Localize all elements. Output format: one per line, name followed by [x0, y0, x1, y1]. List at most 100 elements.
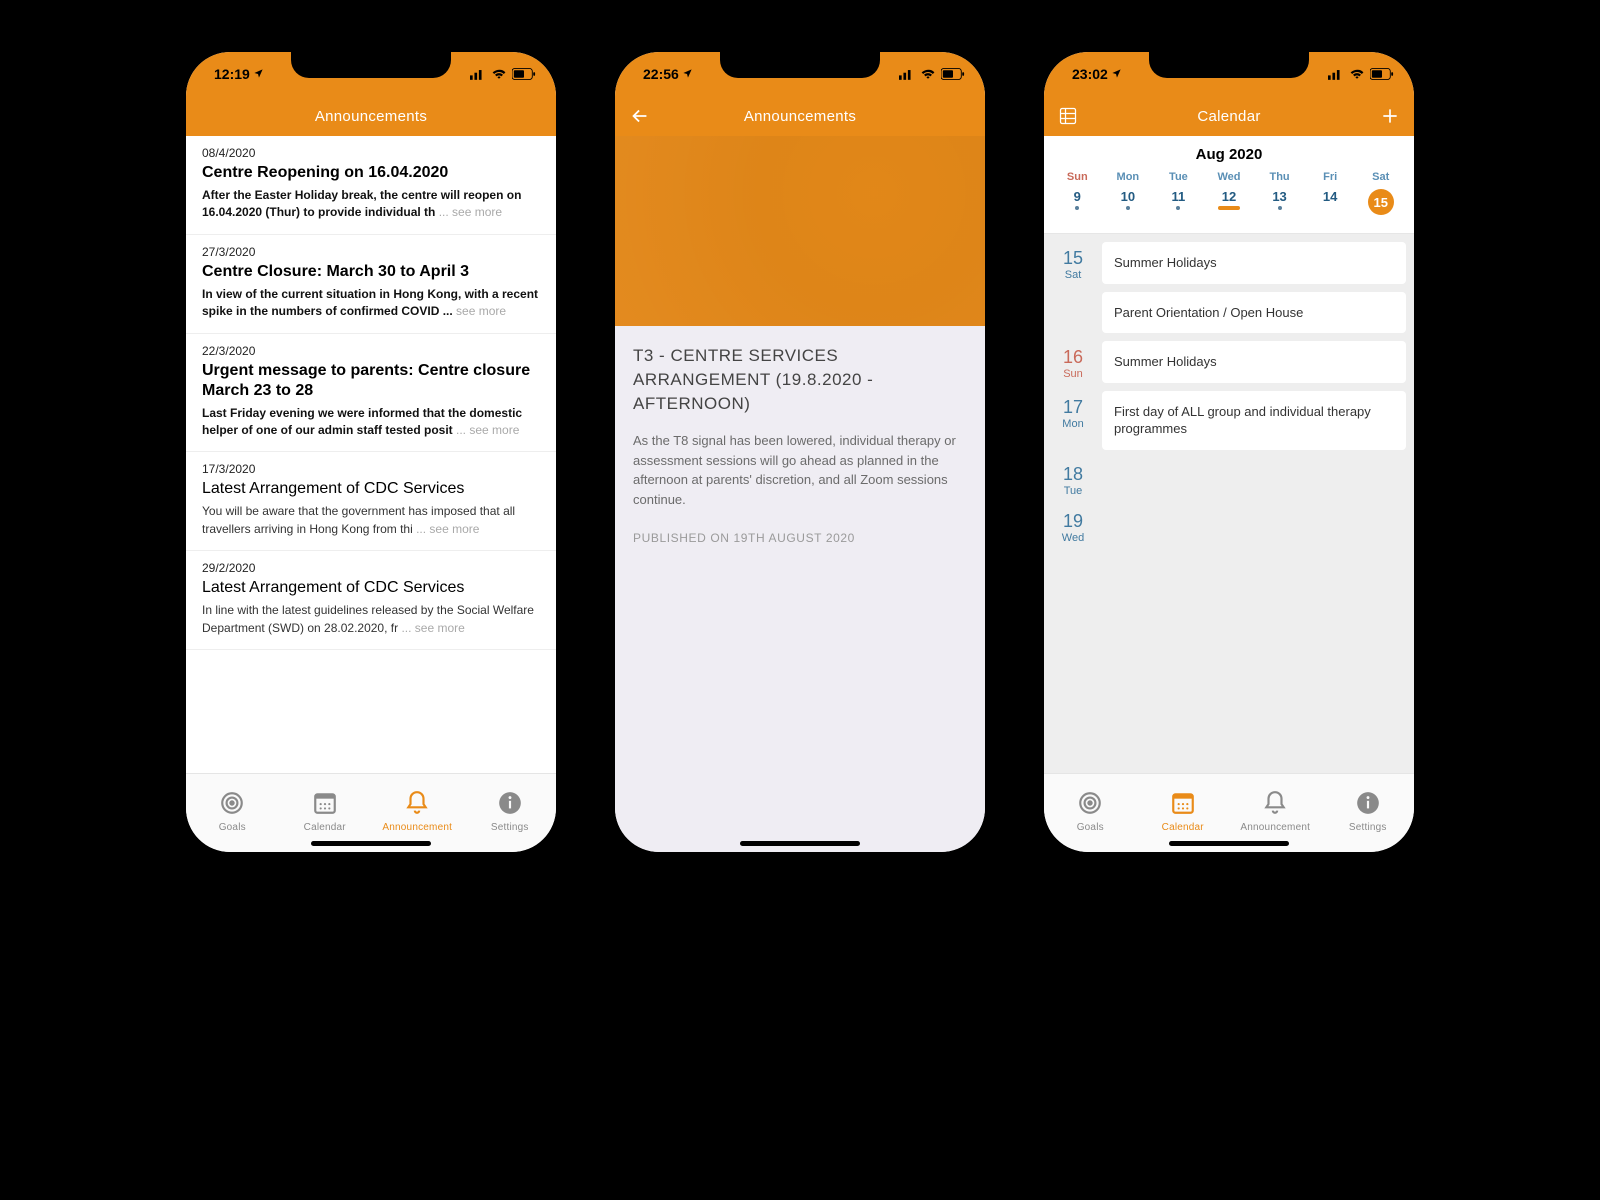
device-notch	[1149, 52, 1309, 78]
agenda-date: 16Sun	[1052, 341, 1094, 383]
calendar-day[interactable]: 12	[1204, 185, 1255, 219]
location-icon	[682, 66, 693, 82]
announcement-title: Latest Arrangement of CDC Services	[202, 479, 540, 499]
see-more-link[interactable]: ... see more	[456, 423, 519, 437]
home-indicator[interactable]	[740, 841, 860, 846]
announcement-item[interactable]: 08/4/2020 Centre Reopening on 16.04.2020 A…	[186, 136, 556, 235]
tab-announcement[interactable]: Announcement	[1229, 788, 1322, 833]
announcement-excerpt: You will be aware that the government ha…	[202, 503, 540, 538]
agenda-event[interactable]: Summer Holidays	[1102, 242, 1406, 284]
agenda-date: 15Sat	[1052, 242, 1094, 284]
calendar-day[interactable]: 10	[1103, 185, 1154, 219]
announcement-date: 29/2/2020	[202, 561, 540, 575]
status-icons	[1328, 68, 1394, 80]
announcement-text: As the T8 signal has been lowered, indiv…	[633, 431, 967, 509]
announcement-date: 27/3/2020	[202, 245, 540, 259]
tab-label: Calendar	[304, 822, 346, 833]
weekday-label: Wed	[1204, 169, 1255, 185]
home-indicator[interactable]	[1169, 841, 1289, 846]
see-more-link[interactable]: see more	[456, 304, 506, 318]
announcement-excerpt: In line with the latest guidelines relea…	[202, 602, 540, 637]
add-event-button[interactable]	[1380, 106, 1400, 126]
target-icon	[217, 788, 247, 818]
tab-announcement[interactable]: Announcement	[371, 788, 464, 833]
nav-title: Calendar	[1197, 108, 1260, 125]
calendar-day[interactable]: 15	[1355, 185, 1406, 219]
info-icon	[1353, 788, 1383, 818]
bell-icon	[402, 788, 432, 818]
nav-title: Announcements	[315, 108, 427, 125]
weekday-label: Thu	[1254, 169, 1305, 185]
mockup-stage: 12:19 Announcements 08/4/2020Centre Reop…	[0, 0, 1600, 1200]
announcement-published: PUBLISHED ON 19TH AUGUST 2020	[633, 531, 967, 545]
device-notch	[720, 52, 880, 78]
tab-calendar[interactable]: Calendar	[279, 788, 372, 833]
announcement-title: Latest Arrangement of CDC Services	[202, 578, 540, 598]
home-indicator[interactable]	[311, 841, 431, 846]
bell-icon	[1260, 788, 1290, 818]
tab-calendar[interactable]: Calendar	[1137, 788, 1230, 833]
calendar-day[interactable]: 13	[1254, 185, 1305, 219]
announcements-list[interactable]: 08/4/2020 Centre Reopening on 16.04.2020 A…	[186, 136, 556, 773]
announcement-title: Centre Reopening on 16.04.2020	[202, 163, 540, 183]
calendar-weekday-row: SunMonTueWedThuFriSat	[1044, 169, 1414, 185]
tab-label: Goals	[219, 822, 246, 833]
agenda-event[interactable]: Parent Orientation / Open House	[1102, 292, 1406, 334]
announcement-item[interactable]: 22/3/2020 Urgent message to parents: Cent…	[186, 334, 556, 453]
announcement-item[interactable]: 27/3/2020 Centre Closure: March 30 to Apr…	[186, 235, 556, 334]
agenda-event[interactable]: First day of ALL group and individual th…	[1102, 391, 1406, 450]
back-button[interactable]	[629, 105, 651, 127]
announcement-title: Centre Closure: March 30 to April 3	[202, 262, 540, 282]
agenda-row: 16SunSummer Holidays	[1052, 341, 1406, 383]
calendar-day[interactable]: 11	[1153, 185, 1204, 219]
location-icon	[253, 66, 264, 82]
info-icon	[495, 788, 525, 818]
weekday-label: Sun	[1052, 169, 1103, 185]
weekday-label: Tue	[1153, 169, 1204, 185]
announcement-excerpt: After the Easter Holiday break, the cent…	[202, 187, 540, 222]
tab-label: Calendar	[1162, 822, 1204, 833]
view-toggle-button[interactable]	[1058, 106, 1078, 126]
calendar-month[interactable]: Aug 2020	[1044, 136, 1414, 169]
agenda-row: 18Tue	[1052, 458, 1406, 497]
announcement-date: 22/3/2020	[202, 344, 540, 358]
nav-title: Announcements	[744, 108, 856, 125]
announcement-title: Urgent message to parents: Centre closur…	[202, 361, 540, 401]
tab-label: Settings	[491, 822, 529, 833]
calendar-day[interactable]: 9	[1052, 185, 1103, 219]
phone-announcement-detail: 22:56 Announcements T3 - CENTRE SERVICES…	[613, 50, 987, 854]
tab-label: Settings	[1349, 822, 1387, 833]
see-more-link[interactable]: ... see more	[401, 621, 464, 635]
announcement-item[interactable]: 17/3/2020 Latest Arrangement of CDC Servi…	[186, 452, 556, 551]
tab-goals[interactable]: Goals	[186, 788, 279, 833]
tab-label: Goals	[1077, 822, 1104, 833]
see-more-link[interactable]: ... see more	[439, 205, 502, 219]
announcement-title: T3 - CENTRE SERVICES ARRANGEMENT (19.8.2…	[633, 344, 967, 415]
announcement-excerpt: Last Friday evening we were informed tha…	[202, 405, 540, 440]
agenda-row: Parent Orientation / Open House	[1052, 292, 1406, 334]
announcement-body: T3 - CENTRE SERVICES ARRANGEMENT (19.8.2…	[615, 326, 985, 852]
calendar-icon	[1168, 788, 1198, 818]
see-more-link[interactable]: ... see more	[416, 522, 479, 536]
status-time: 23:02	[1072, 66, 1108, 82]
tab-goals[interactable]: Goals	[1044, 788, 1137, 833]
weekday-label: Mon	[1103, 169, 1154, 185]
announcement-date: 08/4/2020	[202, 146, 540, 160]
status-icons	[470, 68, 536, 80]
phone-calendar: 23:02 Calendar Aug 2020 SunMonTueWedThuF…	[1042, 50, 1416, 854]
tab-settings[interactable]: Settings	[464, 788, 557, 833]
calendar-day[interactable]: 14	[1305, 185, 1356, 219]
announcement-hero-image	[615, 136, 985, 326]
agenda-event[interactable]: Summer Holidays	[1102, 341, 1406, 383]
location-icon	[1111, 66, 1122, 82]
agenda-date: 18Tue	[1052, 458, 1094, 497]
tab-label: Announcement	[1240, 822, 1310, 833]
announcement-date: 17/3/2020	[202, 462, 540, 476]
nav-bar: Calendar	[1044, 96, 1414, 136]
weekday-label: Fri	[1305, 169, 1356, 185]
tab-settings[interactable]: Settings	[1322, 788, 1415, 833]
announcement-item[interactable]: 29/2/2020 Latest Arrangement of CDC Servi…	[186, 551, 556, 650]
agenda-row: 17MonFirst day of ALL group and individu…	[1052, 391, 1406, 450]
calendar-week-row: 9101112131415	[1044, 185, 1414, 234]
agenda-list[interactable]: 15SatSummer HolidaysParent Orientation /…	[1044, 234, 1414, 773]
